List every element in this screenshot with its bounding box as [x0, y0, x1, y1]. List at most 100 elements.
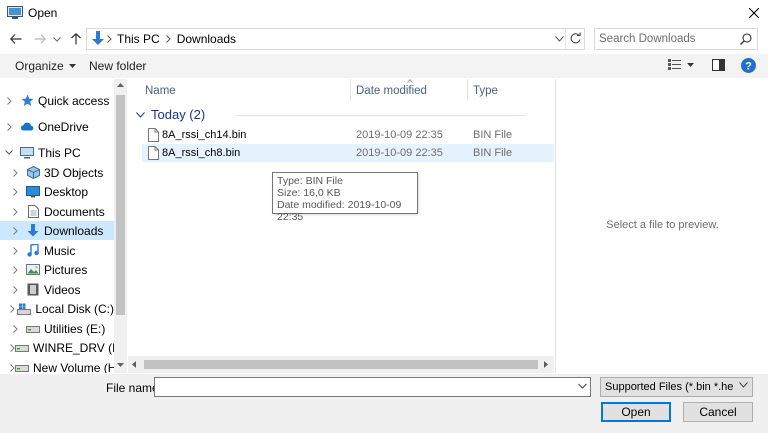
back-button[interactable]: [6, 29, 26, 49]
breadcrumb-downloads[interactable]: Downloads: [177, 32, 236, 46]
nav-scrollbar[interactable]: [114, 79, 127, 373]
search-input[interactable]: [599, 31, 735, 47]
sidebar-item-label: Videos: [44, 282, 81, 297]
sidebar-item-new-volume-h[interactable]: New Volume (H:: [0, 358, 120, 373]
breadcrumb-this-pc[interactable]: This PC: [117, 32, 160, 46]
forward-button[interactable]: [30, 29, 50, 49]
drive-icon: [26, 322, 40, 336]
cloud-icon: [20, 120, 34, 134]
horizontal-scroll-thumb[interactable]: [144, 360, 538, 369]
sidebar-item-this-pc[interactable]: This PC: [0, 143, 114, 162]
chevron-right-icon[interactable]: [10, 304, 15, 313]
drive-icon: [15, 341, 29, 355]
music-note-icon: [26, 244, 40, 258]
computer-icon: [20, 146, 34, 160]
sidebar-item-onedrive[interactable]: OneDrive: [0, 117, 114, 136]
file-row[interactable]: 8A_rssi_ch14.bin 2019-10-09 22:35 BIN Fi…: [142, 126, 554, 144]
file-date: 2019-10-09 22:35: [356, 129, 443, 141]
nav-scroll-thumb[interactable]: [116, 95, 125, 315]
column-header-date-modified[interactable]: Date modified: [356, 85, 427, 97]
cancel-button[interactable]: Cancel: [683, 402, 753, 422]
chevron-right-icon[interactable]: [10, 207, 20, 216]
new-folder-button[interactable]: New folder: [89, 59, 146, 73]
sidebar-item-utilities-e[interactable]: Utilities (E:): [0, 319, 114, 338]
filetype-value: Supported Files (*.bin *.hex *.sr: [605, 381, 733, 393]
chevron-right-icon[interactable]: [4, 96, 14, 105]
address-history-button[interactable]: [555, 36, 564, 42]
close-button[interactable]: [740, 0, 768, 26]
sidebar-item-documents[interactable]: Documents: [0, 202, 114, 221]
scroll-up-icon[interactable]: [117, 83, 124, 87]
chevron-right-icon[interactable]: [10, 226, 20, 235]
caret-down-icon: [687, 62, 694, 67]
filename-dropdown-button[interactable]: [578, 381, 587, 391]
sidebar-item-quick-access[interactable]: Quick access: [0, 91, 114, 110]
sidebar-item-label: New Volume (H:: [33, 360, 120, 374]
search-box: [594, 28, 758, 50]
file-row[interactable]: 8A_rssi_ch8.bin 2019-10-09 22:35 BIN Fil…: [142, 144, 554, 162]
chevron-right-icon[interactable]: [10, 187, 20, 196]
chevron-right-icon[interactable]: [10, 168, 20, 177]
column-separator[interactable]: [467, 79, 468, 101]
chevron-right-icon: [107, 35, 112, 43]
file-list: Name Date modified Type Today (2) 8A_rss…: [128, 79, 554, 373]
windows-drive-icon: [17, 302, 32, 316]
back-arrow-icon: [10, 34, 22, 44]
address-bar[interactable]: This PC Downloads: [86, 28, 585, 50]
group-label: Today (2): [151, 107, 206, 122]
up-button[interactable]: [66, 29, 86, 49]
organize-button[interactable]: Organize: [15, 59, 76, 73]
filetype-select[interactable]: Supported Files (*.bin *.hex *.sr: [600, 377, 753, 397]
refresh-button[interactable]: [569, 32, 582, 45]
sidebar-item-downloads[interactable]: Downloads: [0, 221, 114, 240]
search-icon[interactable]: [740, 33, 752, 45]
sidebar-item-local-disk-c[interactable]: Local Disk (C:): [0, 299, 114, 318]
column-header-type[interactable]: Type: [473, 85, 498, 97]
tooltip-type: Type: BIN File: [277, 175, 343, 187]
sidebar-item-label: Music: [44, 243, 76, 258]
details-view-icon: [668, 59, 681, 70]
sidebar-item-pictures[interactable]: Pictures: [0, 260, 114, 279]
sidebar-item-videos[interactable]: Videos: [0, 280, 114, 299]
chevron-right-icon[interactable]: [10, 265, 20, 274]
scroll-down-icon[interactable]: [117, 363, 124, 367]
scroll-right-icon[interactable]: [544, 361, 548, 368]
group-header-today[interactable]: Today (2): [136, 107, 526, 122]
caret-down-icon: [68, 64, 76, 68]
chevron-right-icon[interactable]: [165, 35, 171, 43]
chevron-right-icon[interactable]: [10, 285, 20, 294]
chevron-right-icon[interactable]: [10, 324, 20, 333]
chevron-right-icon[interactable]: [4, 122, 14, 131]
open-button[interactable]: Open: [601, 402, 671, 422]
forward-arrow-icon: [34, 34, 46, 44]
filename-input[interactable]: [158, 380, 568, 394]
column-separator[interactable]: [350, 79, 351, 101]
sidebar-item-desktop[interactable]: Desktop: [0, 182, 114, 201]
preview-pane-button[interactable]: [712, 59, 725, 71]
file-tooltip: Type: BIN File Size: 16,0 KB Date modifi…: [272, 172, 418, 223]
file-type: BIN File: [473, 129, 513, 141]
chevron-right-icon[interactable]: [10, 246, 20, 255]
command-bar: Organize New folder ?: [0, 54, 768, 78]
folder-window-icon: [7, 6, 23, 20]
column-header-name[interactable]: Name: [145, 85, 176, 97]
sidebar-item-music[interactable]: Music: [0, 241, 114, 260]
view-options-button[interactable]: [668, 59, 694, 70]
scroll-left-icon[interactable]: [132, 361, 136, 368]
sidebar-item-label: This PC: [38, 145, 81, 160]
recent-locations-button[interactable]: [50, 29, 64, 49]
help-button[interactable]: ?: [741, 58, 756, 73]
star-icon: [20, 94, 34, 108]
sidebar-item-winre-drv-f[interactable]: WINRE_DRV (F:): [0, 338, 127, 357]
group-divider: [236, 115, 526, 116]
chevron-down-icon: [739, 382, 748, 388]
file-icon: [148, 146, 159, 160]
file-list-scrollbar[interactable]: [128, 356, 554, 373]
document-icon: [26, 205, 40, 219]
sidebar-item-label: Utilities (E:): [44, 321, 106, 336]
file-date: 2019-10-09 22:35: [356, 147, 443, 159]
chevron-down-icon[interactable]: [4, 150, 14, 155]
sidebar-item-label: Desktop: [44, 184, 89, 199]
sidebar-item-label: WINRE_DRV (F:): [33, 340, 127, 355]
sidebar-item-3d-objects[interactable]: 3D Objects: [0, 163, 114, 182]
